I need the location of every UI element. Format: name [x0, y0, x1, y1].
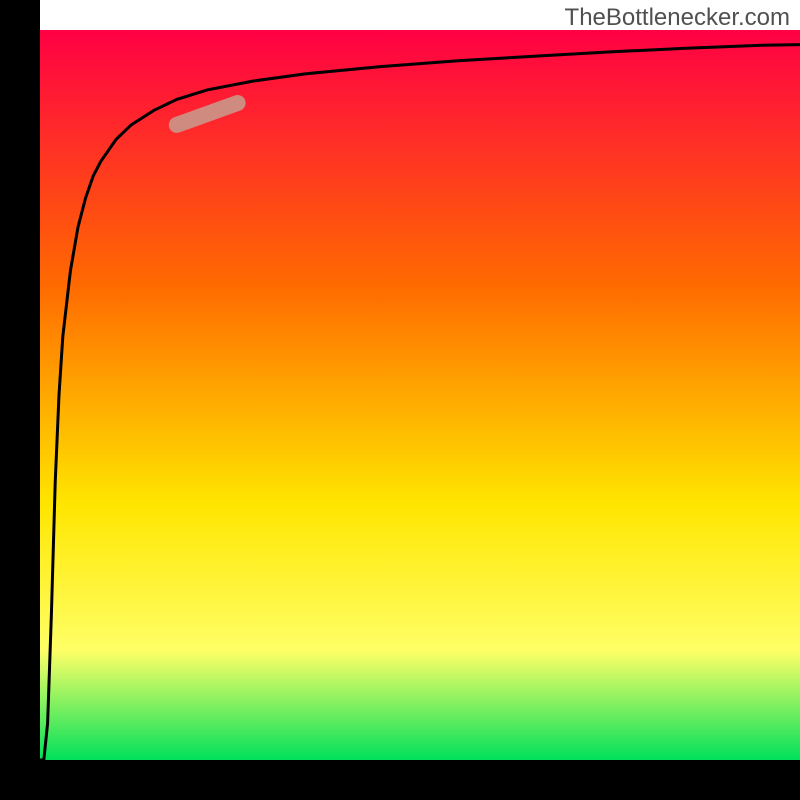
y-axis-border	[0, 0, 40, 800]
chart-svg	[0, 0, 800, 800]
watermark-text: TheBottlenecker.com	[565, 4, 790, 32]
chart-container: TheBottlenecker.com	[0, 0, 800, 800]
x-axis-border	[0, 760, 800, 800]
plot-background	[40, 30, 800, 760]
